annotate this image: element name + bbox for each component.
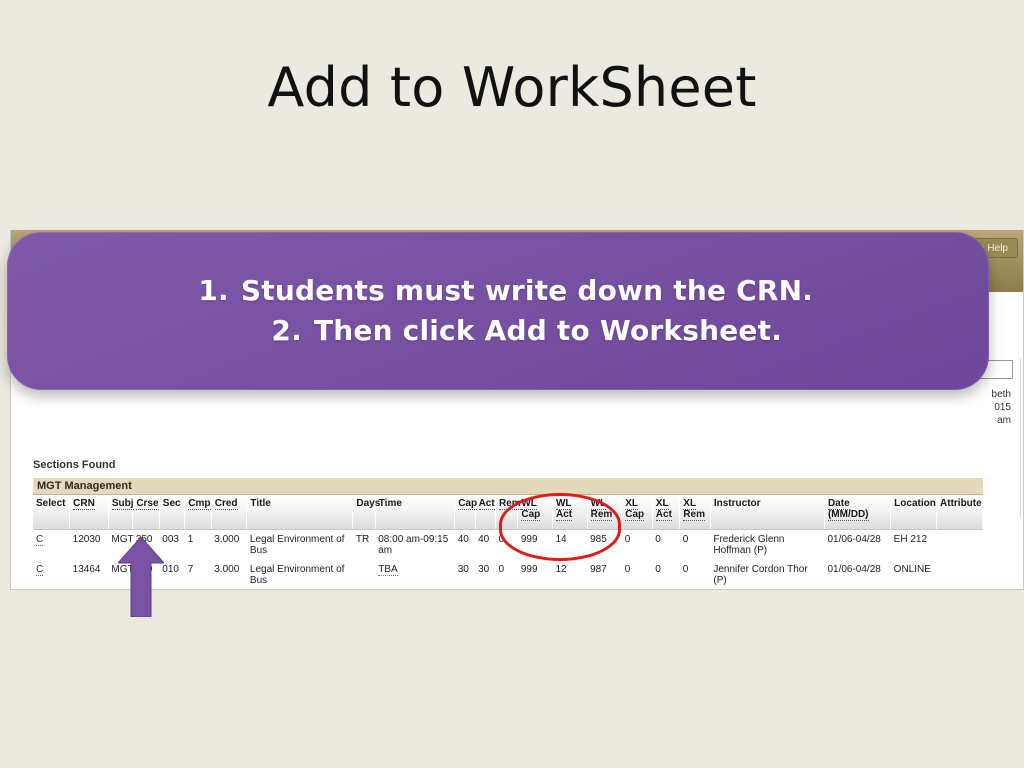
row-crse: 350 (132, 560, 160, 589)
col-xl-rem: XL Rem (679, 495, 711, 530)
callout-line-2: 2. Then click Add to Worksheet. (214, 311, 782, 351)
row-xl-cap: 0 (621, 529, 653, 560)
col-location: Location (890, 495, 938, 530)
row-sec: 010 (159, 560, 185, 589)
row-cap: 30 (454, 560, 476, 589)
row-crn: 13464 (69, 560, 109, 589)
col-instructor: Instructor (710, 495, 825, 530)
row-cred: 3.000 (211, 529, 247, 560)
row-wl-cap: 999 (517, 529, 553, 560)
callout-number-2: 2. (271, 314, 302, 347)
table-header-row: Select CRN Subj Crse Sec Cmp Cred Title … (33, 495, 983, 530)
row-attribute (936, 529, 983, 560)
col-act: Act (475, 495, 496, 530)
row-instructor: Jennifer Cordon Thor (P) (710, 560, 825, 589)
side-divider (1020, 358, 1021, 518)
col-cred: Cred (211, 495, 248, 530)
row-time: TBA (375, 560, 455, 589)
subject-band-label: MGT Management (33, 478, 983, 495)
row-title: Legal Environment of Bus (246, 529, 353, 560)
row-instructor: Frederick Glenn Hoffman (P) (710, 529, 825, 560)
col-crn: CRN (69, 495, 109, 530)
row-wl-rem: 987 (587, 560, 622, 589)
table-row: C 13464 MGT 350 010 7 3.000 Legal Enviro… (33, 560, 983, 589)
side-fragment-3: am (997, 415, 1011, 426)
col-xl-cap: XL Cap (621, 495, 653, 530)
col-wl-rem: WL Rem (587, 495, 623, 530)
row-xl-rem: 0 (679, 529, 711, 560)
col-cap: Cap (454, 495, 478, 530)
row-wl-act: 12 (552, 560, 588, 589)
col-wl-cap: WL Cap (517, 495, 553, 530)
row-xl-act: 0 (652, 529, 680, 560)
col-attribute: Attribute (936, 495, 983, 530)
row-time: 08:00 am-09:15 am (375, 529, 455, 560)
row-attribute (936, 560, 983, 589)
row-wl-cap: 999 (517, 560, 553, 589)
row-cap: 40 (454, 529, 476, 560)
row-wl-rem: 985 (587, 529, 622, 560)
col-title: Title (246, 495, 354, 530)
row-cred: 3.000 (211, 560, 247, 589)
row-cmp: 7 (184, 560, 212, 589)
row-sec: 003 (159, 529, 185, 560)
col-crse: Crse (132, 495, 160, 530)
row-location: ONLINE (890, 560, 937, 589)
row-crse: 350 (132, 529, 160, 560)
course-results-table: MGT Management Select CRN Subj Crse Sec … (33, 478, 983, 589)
row-subj: MGT (108, 529, 134, 560)
callout-text-2: Then click Add to Worksheet. (313, 314, 783, 347)
row-title: Legal Environment of Bus (246, 560, 353, 589)
row-rem: 0 (495, 560, 518, 589)
callout-number-1: 1. (198, 274, 229, 308)
col-days: Days (352, 495, 380, 530)
row-wl-act: 14 (552, 529, 588, 560)
callout-text-1: Students must write down the CRN. (240, 274, 814, 308)
col-wl-act: WL Act (552, 495, 588, 530)
help-label: Help (987, 242, 1008, 254)
row-xl-cap: 0 (621, 560, 653, 589)
instruction-callout: 1. Students must write down the CRN. 2. … (7, 232, 989, 390)
page-title: Add to WorkSheet (267, 56, 757, 119)
row-xl-act: 0 (652, 560, 680, 589)
side-text-fragments: beth 015 am (969, 388, 1011, 427)
row-xl-rem: 0 (679, 560, 711, 589)
row-act: 30 (475, 560, 496, 589)
row-date: 01/06-04/28 (824, 529, 891, 560)
side-fragment-2: 015 (994, 402, 1011, 413)
row-days: TR (352, 529, 376, 560)
table-row: C 12030 MGT 350 003 1 3.000 Legal Enviro… (33, 529, 983, 560)
col-sec: Sec (159, 495, 186, 530)
callout-line-1: 1. Students must write down the CRN. (183, 271, 813, 311)
side-fragment-1: beth (991, 389, 1011, 400)
row-act: 40 (475, 529, 496, 560)
row-cmp: 1 (184, 529, 212, 560)
row-rem: 0 (495, 529, 518, 560)
col-rem: Rem (495, 495, 521, 530)
sections-found-heading: Sections Found (33, 459, 116, 471)
row-select-link[interactable]: C (33, 529, 70, 560)
row-crn: 12030 (69, 529, 109, 560)
col-time: Time (375, 495, 456, 530)
sections-table: Select CRN Subj Crse Sec Cmp Cred Title … (33, 495, 983, 589)
row-days (352, 560, 376, 589)
col-select: Select (33, 495, 71, 530)
row-select-link[interactable]: C (33, 560, 70, 589)
row-subj: MGT (108, 560, 134, 589)
row-date: 01/06-04/28 (824, 560, 891, 589)
col-xl-act: XL Act (652, 495, 681, 530)
col-cmp: Cmp (184, 495, 212, 530)
row-location: EH 212 (890, 529, 937, 560)
col-date: Date (MM/DD) (824, 495, 892, 530)
col-subj: Subj (108, 495, 134, 530)
